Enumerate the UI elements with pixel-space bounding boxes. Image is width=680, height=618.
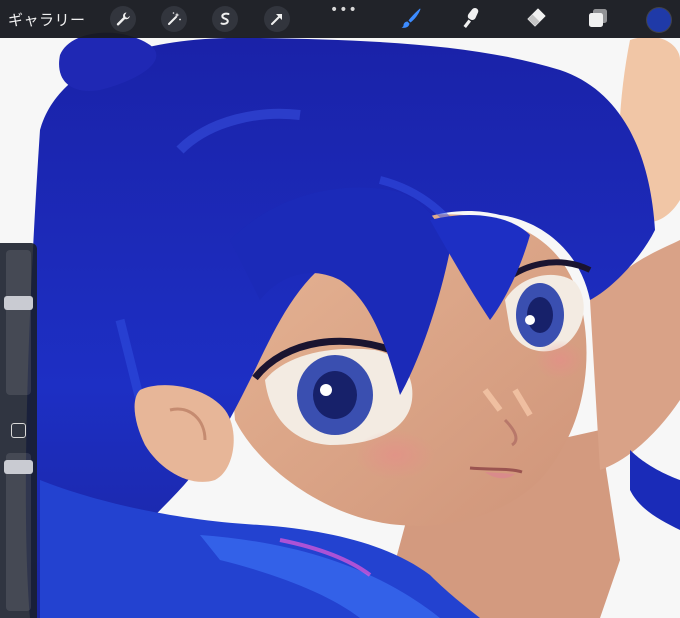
brush-opacity-slider[interactable] (6, 453, 31, 611)
brush-size-slider[interactable] (6, 250, 31, 395)
top-toolbar: ギャラリー ••• (0, 0, 680, 38)
brush-icon (399, 6, 423, 34)
brush-size-thumb[interactable] (4, 295, 33, 310)
drawing-canvas[interactable] (0, 0, 680, 618)
layers-icon (586, 6, 610, 34)
layers-button[interactable] (584, 6, 612, 34)
procreate-app: ギャラリー ••• (0, 0, 680, 618)
smudge-button[interactable] (458, 6, 486, 34)
eraser-icon (524, 6, 548, 34)
left-sidebar (0, 243, 37, 618)
magic-wand-icon (166, 11, 182, 27)
wrench-icon (115, 11, 131, 27)
gallery-button[interactable]: ギャラリー (8, 9, 86, 30)
modify-square-button[interactable] (11, 423, 26, 438)
transform-button[interactable] (264, 6, 290, 32)
brush-opacity-thumb[interactable] (4, 460, 33, 475)
selection-icon (217, 11, 233, 27)
brush-button[interactable] (397, 6, 425, 34)
eraser-button[interactable] (522, 6, 550, 34)
selection-button[interactable] (212, 6, 238, 32)
arrow-cursor-icon (269, 11, 285, 27)
actions-button[interactable] (110, 6, 136, 32)
color-picker-swatch[interactable] (647, 8, 671, 32)
smudge-icon (460, 6, 484, 34)
adjustments-button[interactable] (161, 6, 187, 32)
more-options-button[interactable]: ••• (330, 2, 358, 18)
